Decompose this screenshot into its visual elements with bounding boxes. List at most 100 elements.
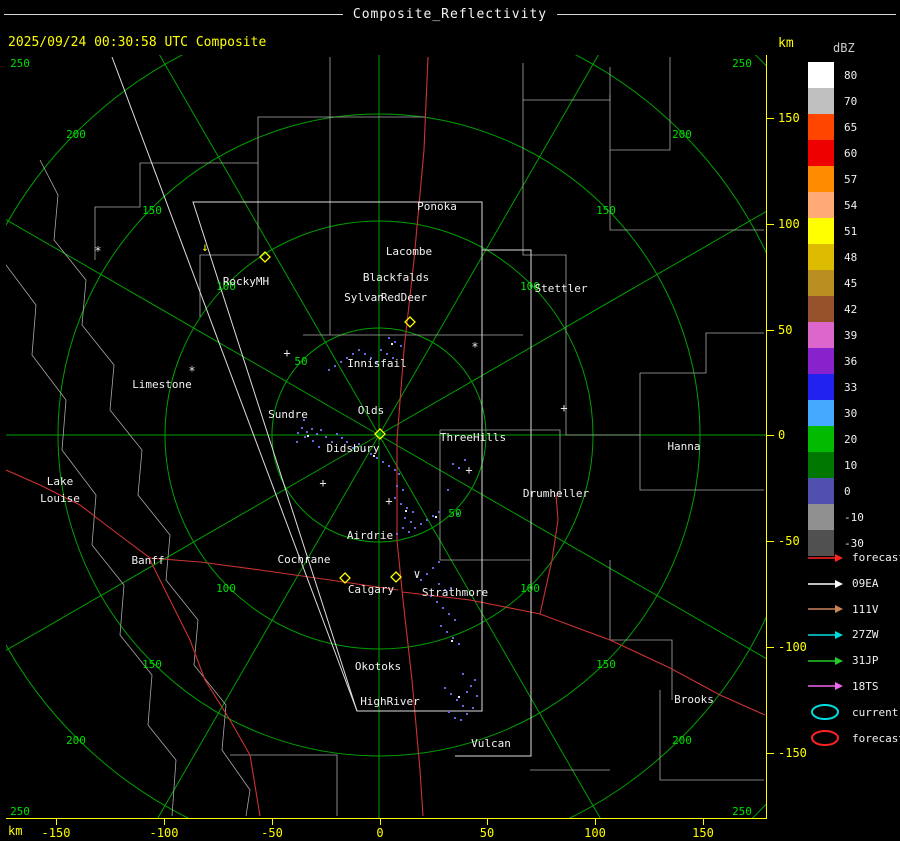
echo-dot [412, 511, 414, 513]
county-boundary [94, 163, 141, 260]
ring-label: 150 [142, 204, 162, 217]
point-marker: * [471, 340, 478, 354]
ring-label: 250 [10, 57, 30, 70]
county-boundary [522, 63, 567, 340]
echo-dot [450, 693, 452, 695]
axis-tick [487, 819, 488, 825]
arrow-icon [808, 605, 843, 614]
echo-dot [316, 433, 318, 435]
axis-tick [272, 819, 273, 825]
track-legend: forecast 09EA 111V 27ZW 31JP 18TS current forec… [806, 545, 900, 751]
echo-dot [402, 527, 404, 529]
echo-dot [420, 523, 422, 525]
colorbar-row: 80 [808, 62, 864, 88]
city-label: Airdrie [347, 529, 393, 542]
echo-dot [388, 465, 390, 467]
echo-dot [464, 459, 466, 461]
colorbar-value: 60 [844, 146, 858, 160]
track-legend-label: 09EA [852, 577, 879, 591]
echo-dot [466, 713, 468, 715]
city-label: Didsbury [327, 442, 380, 455]
echo-dot-bright [373, 455, 375, 457]
echo-dot [304, 436, 306, 438]
county-boundary [639, 373, 764, 491]
axis-tick-label: -150 [41, 826, 71, 840]
axis-tick [56, 819, 57, 825]
colorbar-row: 45 [808, 270, 864, 296]
axis-tick-label: 50 [778, 323, 793, 337]
point-marker: + [283, 346, 290, 360]
axis-tick [766, 330, 774, 331]
city-label: Louise [40, 492, 80, 505]
city-label: Banff [131, 554, 164, 567]
colorbar-row: 48 [808, 244, 864, 270]
title-rule-left [4, 13, 343, 15]
colorbar-swatch [808, 244, 834, 270]
ring-label: 150 [596, 204, 616, 217]
echo-dot [448, 711, 450, 713]
colorbar-value: 65 [844, 120, 858, 134]
ring-label: 50 [448, 507, 461, 520]
axis-tick-label: 50 [479, 826, 495, 840]
city-label: Limestone [132, 378, 192, 391]
echo-dot [452, 637, 454, 639]
colorbar-value: 48 [844, 250, 858, 264]
arrow-icon [808, 579, 843, 588]
echo-dot [454, 619, 456, 621]
echo-dot [462, 673, 464, 675]
echo-dot [396, 485, 398, 487]
city-label: Vulcan [471, 737, 511, 750]
title-bar: Composite_Reflectivity [0, 0, 900, 28]
echo-dot [414, 527, 416, 529]
colorbar-row: 57 [808, 166, 864, 192]
axis-tick [766, 118, 774, 119]
echo-dot [328, 369, 330, 371]
echo-dot [358, 349, 360, 351]
echo-dot [447, 489, 449, 491]
echo-dot [472, 707, 474, 709]
colorbar-value: 80 [844, 68, 858, 82]
colorbar-value: 51 [844, 224, 858, 238]
city-label: Stettler [535, 282, 588, 295]
echo-dot-bright [405, 510, 407, 512]
ring-label: 250 [732, 805, 752, 818]
city-label: RedDeer [381, 291, 428, 304]
colorbar-row: 51 [808, 218, 864, 244]
track-legend-label: 27ZW [852, 628, 879, 642]
colorbar-swatch [808, 322, 834, 348]
ring-label: 150 [142, 658, 162, 671]
city-label: Brooks [674, 693, 714, 706]
echo-dot [452, 463, 454, 465]
axis-tick-label: -100 [149, 826, 179, 840]
axis-tick [766, 541, 774, 542]
right-axis-unit-label: km [778, 36, 794, 51]
echo-dot [426, 573, 428, 575]
echo-dot [380, 349, 382, 351]
echo-dot [382, 461, 384, 463]
echo-dot [334, 365, 336, 367]
colorbar-swatch [808, 88, 834, 114]
radar-app-window: Composite_Reflectivity 2025/09/24 00:30:… [0, 0, 900, 841]
county-boundary [609, 95, 764, 231]
axis-tick [766, 224, 774, 225]
ellipse-shape [811, 704, 839, 721]
echo-dot [444, 687, 446, 689]
ellipse-symbol [811, 730, 839, 747]
colorbar-row: 65 [808, 114, 864, 140]
point-marker: * [94, 244, 101, 258]
point-marker: * [188, 364, 195, 378]
axis-tick [766, 753, 774, 754]
colorbar-swatch [808, 374, 834, 400]
map-canvas[interactable]: 50 50 100 100 100 100 150 150 150 150 200 200 200 200… [6, 55, 766, 818]
page-title: Composite_Reflectivity [352, 6, 548, 22]
echo-dot [336, 433, 338, 435]
echo-dot [306, 431, 308, 433]
city-label: Ponoka [417, 200, 457, 213]
echo-dot [460, 719, 462, 721]
ring-label: 200 [672, 128, 692, 141]
city-label: RockyMH [223, 275, 269, 288]
colorbar-title: dBZ [833, 41, 855, 55]
colorbar-value: 20 [844, 432, 858, 446]
colorbar-value: 42 [844, 302, 858, 316]
highway-path [539, 494, 559, 615]
